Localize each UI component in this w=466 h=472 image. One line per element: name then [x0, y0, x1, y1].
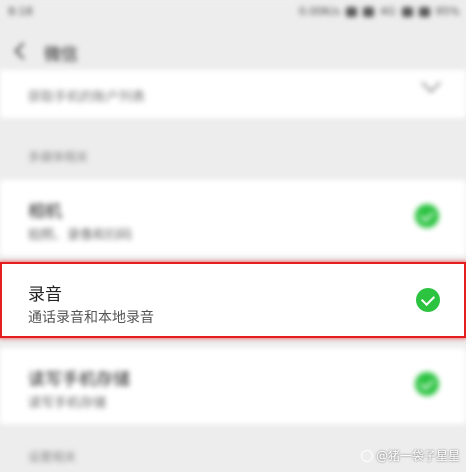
signal-icon: [401, 6, 413, 17]
section-label-settings: 设置相关: [28, 450, 77, 464]
status-bar: 8:18 0.00K/s 4G 95%: [0, 0, 466, 24]
check-icon[interactable]: [416, 288, 440, 312]
chevron-down-icon: [421, 73, 441, 93]
permission-description-camera: 拍照、录像和扫码: [28, 228, 133, 243]
back-arrow-icon[interactable]: [8, 38, 34, 64]
permission-title-recording: 录音: [28, 285, 62, 305]
permission-title-camera: 相机: [28, 202, 62, 222]
watermark: @猪一袋子星星: [360, 447, 460, 464]
check-icon[interactable]: [415, 204, 439, 228]
wifi-icon: [363, 6, 375, 17]
watermark-text: @猪一袋子星星: [375, 449, 460, 463]
network-type: 4G: [380, 5, 396, 18]
permission-description-storage: 读写手机存储: [28, 396, 107, 411]
multimedia-section: 多媒体相关: [0, 118, 466, 180]
alarm-icon: [346, 6, 358, 17]
section-label-multimedia: 多媒体相关: [28, 150, 89, 164]
watermark-logo-icon: [360, 449, 373, 462]
status-indicators: 0.00K/s 4G 95%: [299, 5, 460, 18]
permission-row-recording[interactable]: 录音 通话录音和本地录音: [0, 262, 466, 338]
accounts-permission-row[interactable]: 获取手机的账户列表: [0, 70, 466, 118]
check-icon[interactable]: [415, 372, 439, 396]
status-time: 8:18: [8, 5, 33, 18]
network-speed: 0.00K/s: [298, 5, 341, 18]
battery-icon: [418, 6, 430, 17]
permission-title-storage: 读写手机存储: [28, 370, 130, 390]
accounts-permission-description: 获取手机的账户列表: [28, 90, 146, 105]
permission-row-storage[interactable]: 读写手机存储 读写手机存储: [0, 348, 466, 424]
permission-row-camera[interactable]: 相机 拍照、录像和扫码: [0, 180, 466, 256]
battery-level: 95%: [435, 5, 460, 18]
page-title: 微信: [44, 45, 78, 65]
permission-description-recording: 通话录音和本地录音: [28, 310, 154, 326]
